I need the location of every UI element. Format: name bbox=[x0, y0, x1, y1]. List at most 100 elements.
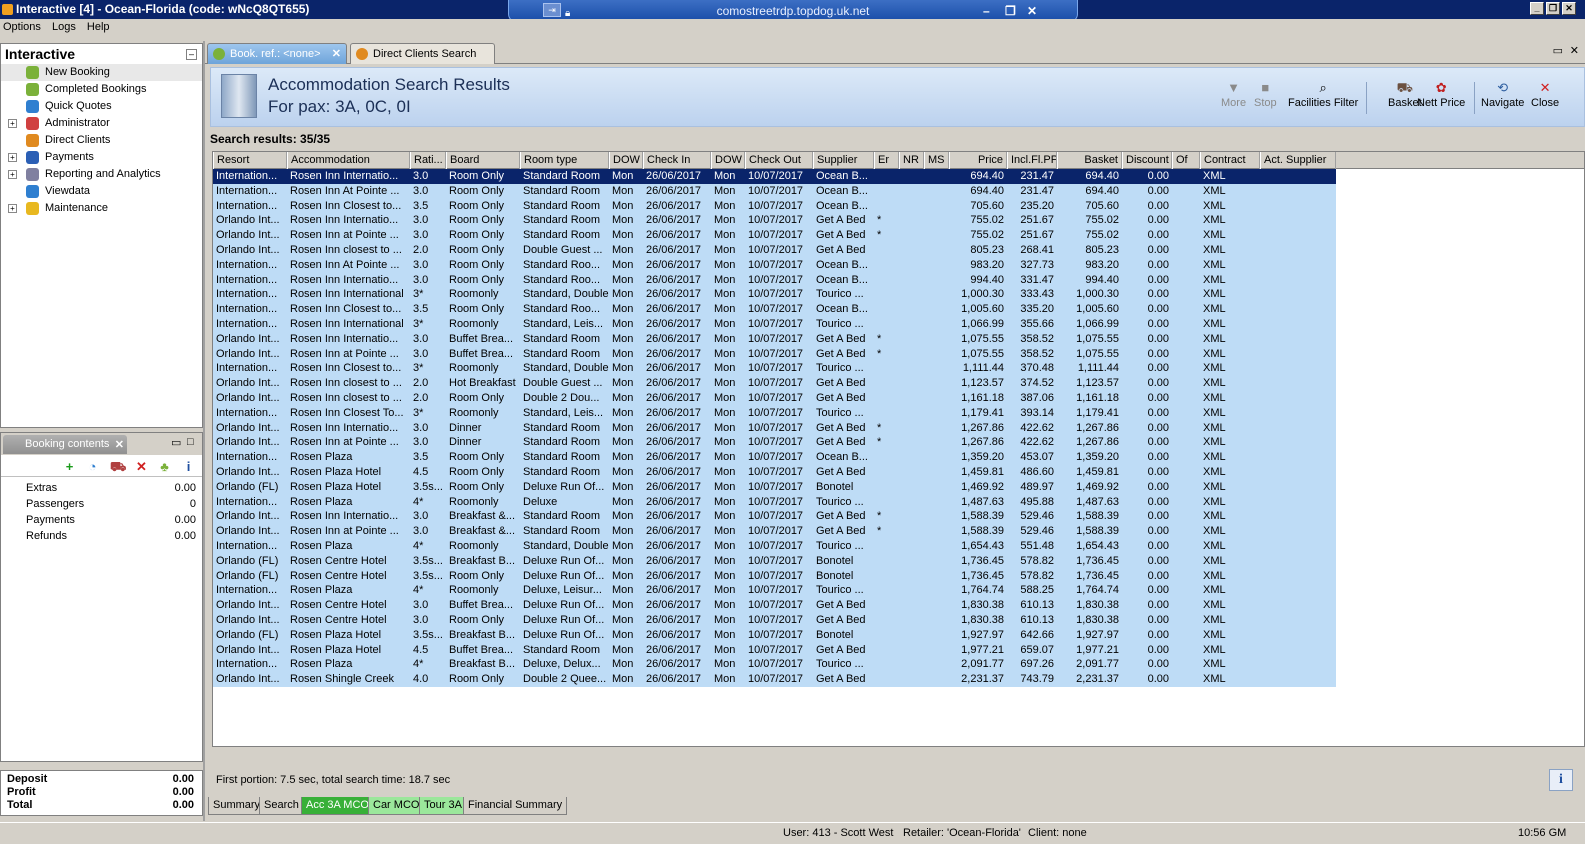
bottom-tab[interactable]: Search bbox=[259, 797, 304, 815]
nav-item[interactable]: + Maintenance bbox=[1, 200, 202, 217]
toolbar-navigate-button[interactable]: ⟲ Navigate bbox=[1481, 81, 1524, 110]
table-row[interactable]: Internation... Rosen Inn At Pointe ... 3.0… bbox=[213, 257, 1336, 273]
table-row[interactable]: Internation... Rosen Plaza 4* Roomonly Stand… bbox=[213, 538, 1336, 554]
table-row[interactable]: Internation... Rosen Plaza 3.5 Room Only Sta… bbox=[213, 450, 1336, 465]
close-icon[interactable]: ✕ bbox=[115, 438, 124, 451]
expand-icon[interactable]: + bbox=[8, 170, 17, 179]
table-row[interactable]: Internation... Rosen Inn International 3* R… bbox=[213, 316, 1336, 332]
table-row[interactable]: Orlando Int... Rosen Inn closest to ... 2.… bbox=[213, 376, 1336, 391]
column-header[interactable]: Er bbox=[874, 152, 899, 169]
menu-help[interactable]: Help bbox=[84, 19, 115, 33]
table-row[interactable]: Internation... Rosen Inn Closest to... 3.5… bbox=[213, 302, 1336, 317]
table-row[interactable]: Internation... Rosen Inn Closest to... 3.5… bbox=[213, 198, 1336, 214]
column-header[interactable]: Board bbox=[446, 152, 520, 169]
column-header[interactable]: Accommodation bbox=[287, 152, 410, 169]
column-header[interactable]: Act. Supplier bbox=[1260, 152, 1336, 169]
delete-icon[interactable]: ✕ bbox=[135, 460, 148, 473]
table-row[interactable]: Orlando Int... Rosen Inn Internatio... 3.0… bbox=[213, 420, 1336, 436]
column-header[interactable]: Incl.Fl.PP bbox=[1007, 152, 1057, 169]
nav-item[interactable]: + Payments bbox=[1, 149, 202, 166]
column-header[interactable]: DOW bbox=[609, 152, 643, 169]
info-icon[interactable]: i bbox=[182, 460, 195, 473]
maximize-button[interactable]: ❐ bbox=[1546, 2, 1560, 15]
column-header[interactable]: Rati... bbox=[410, 152, 446, 169]
toolbar-nett-price-button[interactable]: ✿ Nett Price bbox=[1417, 81, 1465, 110]
table-row[interactable]: Orlando Int... Rosen Inn closest to ... 2.… bbox=[213, 242, 1336, 258]
toolbar-close-button[interactable]: ✕ Close bbox=[1531, 81, 1559, 110]
table-row[interactable]: Internation... Rosen Inn Closest to... 3* R… bbox=[213, 361, 1336, 377]
nav-item[interactable]: New Booking bbox=[1, 64, 202, 81]
collapse-panel-button[interactable]: – bbox=[186, 49, 197, 60]
bottom-tab[interactable]: Financial Summary bbox=[463, 797, 568, 815]
table-row[interactable]: Orlando Int... Rosen Plaza Hotel 4.5 Room O… bbox=[213, 464, 1336, 480]
column-header[interactable]: DOW bbox=[711, 152, 745, 169]
table-row[interactable]: Orlando Int... Rosen Centre Hotel 3.0 Room … bbox=[213, 612, 1336, 628]
expand-icon[interactable]: + bbox=[8, 153, 17, 162]
nav-item[interactable]: Quick Quotes bbox=[1, 98, 202, 115]
column-header[interactable]: Check In bbox=[643, 152, 711, 169]
table-row[interactable]: Orlando Int... Rosen Inn at Pointe ... 3.0… bbox=[213, 435, 1336, 451]
table-row[interactable]: Internation... Rosen Inn Internatio... 3.0… bbox=[213, 272, 1336, 288]
table-row[interactable]: Orlando Int... Rosen Inn at Pointe ... 3.0… bbox=[213, 228, 1336, 243]
table-row[interactable]: Internation... Rosen Inn Closest To... 3* R… bbox=[213, 405, 1336, 421]
cart-icon[interactable]: ⛟ bbox=[110, 460, 126, 473]
maximize-icon[interactable]: □ bbox=[187, 436, 194, 448]
menu-options[interactable]: Options bbox=[0, 19, 46, 33]
column-header[interactable]: Room type bbox=[520, 152, 609, 169]
column-header[interactable]: Resort bbox=[213, 152, 287, 169]
table-row[interactable]: Orlando Int... Rosen Centre Hotel 3.0 Buffe… bbox=[213, 598, 1336, 613]
table-row[interactable]: Orlando Int... Rosen Inn closest to ... 2.… bbox=[213, 390, 1336, 406]
info-button[interactable]: i bbox=[1549, 769, 1573, 791]
table-row[interactable]: Orlando (FL) Rosen Plaza Hotel 3.5s... Room… bbox=[213, 479, 1336, 495]
table-row[interactable]: Internation... Rosen Plaza 4* Roomonly Delux… bbox=[213, 583, 1336, 599]
table-row[interactable]: Internation... Rosen Plaza 4* Roomonly Delux… bbox=[213, 494, 1336, 510]
tab-booking-ref[interactable]: Book. ref.: <none> ✕ bbox=[207, 43, 347, 64]
toolbar-more-button[interactable]: ▼ More bbox=[1221, 81, 1246, 110]
table-row[interactable]: Internation... Rosen Inn At Pointe ... 3.0… bbox=[213, 183, 1336, 199]
table-row[interactable]: Orlando (FL) Rosen Plaza Hotel 3.5s... Brea… bbox=[213, 627, 1336, 643]
nav-item[interactable]: + Reporting and Analytics bbox=[1, 166, 202, 183]
bottom-tab[interactable]: Tour 3A bbox=[419, 797, 467, 815]
clock-icon[interactable]: ◔ bbox=[86, 460, 99, 473]
pin-icon[interactable]: ⇥ bbox=[543, 3, 561, 17]
toolbar-stop-button[interactable]: ■ Stop bbox=[1254, 81, 1277, 110]
column-header[interactable]: Supplier bbox=[813, 152, 874, 169]
column-header[interactable]: Check Out bbox=[745, 152, 813, 169]
bottom-tab[interactable]: Acc 3A MCO bbox=[301, 797, 374, 815]
minimize-icon[interactable]: ▭ bbox=[1553, 44, 1563, 57]
tab-direct-clients-search[interactable]: Direct Clients Search bbox=[350, 43, 495, 64]
table-row[interactable]: Orlando Int... Rosen Shingle Creek 4.0 Room… bbox=[213, 672, 1336, 687]
close-button[interactable]: ✕ bbox=[1562, 2, 1576, 15]
column-header[interactable]: Discount bbox=[1122, 152, 1172, 169]
nav-item[interactable]: Viewdata bbox=[1, 183, 202, 200]
close-icon[interactable]: ✕ bbox=[332, 47, 341, 60]
nav-item[interactable]: Completed Bookings bbox=[1, 81, 202, 98]
table-row[interactable]: Orlando Int... Rosen Inn at Pointe ... 3.0… bbox=[213, 346, 1336, 362]
minimize-button[interactable]: _ bbox=[1530, 2, 1544, 15]
bottom-tab[interactable]: Summary bbox=[208, 797, 266, 815]
column-header[interactable]: Contract bbox=[1200, 152, 1260, 169]
expand-icon[interactable]: + bbox=[8, 119, 17, 128]
table-row[interactable]: Orlando Int... Rosen Inn Internatio... 3.0… bbox=[213, 331, 1336, 347]
menu-logs[interactable]: Logs bbox=[49, 19, 81, 33]
table-row[interactable]: Orlando Int... Rosen Inn Internatio... 3.0… bbox=[213, 509, 1336, 525]
table-row[interactable]: Internation... Rosen Plaza 4* Breakfast B..… bbox=[213, 657, 1336, 673]
column-header[interactable]: Basket bbox=[1057, 152, 1122, 169]
table-row[interactable]: Internation... Rosen Inn International 3* R… bbox=[213, 287, 1336, 303]
column-header[interactable]: MS bbox=[924, 152, 949, 169]
bottom-tab[interactable]: Car MCO bbox=[368, 797, 425, 815]
table-row[interactable]: Orlando Int... Rosen Inn Internatio... 3.0… bbox=[213, 213, 1336, 229]
column-header[interactable]: Of bbox=[1172, 152, 1200, 169]
table-row[interactable]: Orlando Int... Rosen Plaza Hotel 4.5 Buffet… bbox=[213, 642, 1336, 658]
table-row[interactable]: Orlando (FL) Rosen Centre Hotel 3.5s... Roo… bbox=[213, 568, 1336, 584]
nav-item[interactable]: + Administrator bbox=[1, 115, 202, 132]
close-icon[interactable]: ✕ bbox=[1570, 44, 1579, 57]
palm-icon[interactable]: ♣ bbox=[158, 460, 171, 473]
column-header[interactable]: NR bbox=[899, 152, 924, 169]
column-header[interactable]: Price bbox=[949, 152, 1007, 169]
table-row[interactable]: Orlando (FL) Rosen Centre Hotel 3.5s... Bre… bbox=[213, 553, 1336, 569]
add-icon[interactable]: + bbox=[63, 460, 76, 473]
table-row[interactable]: Internation... Rosen Inn Internatio... 3.0… bbox=[213, 169, 1336, 184]
table-row[interactable]: Orlando Int... Rosen Inn at Pointe ... 3.0… bbox=[213, 524, 1336, 539]
expand-icon[interactable]: + bbox=[8, 204, 17, 213]
